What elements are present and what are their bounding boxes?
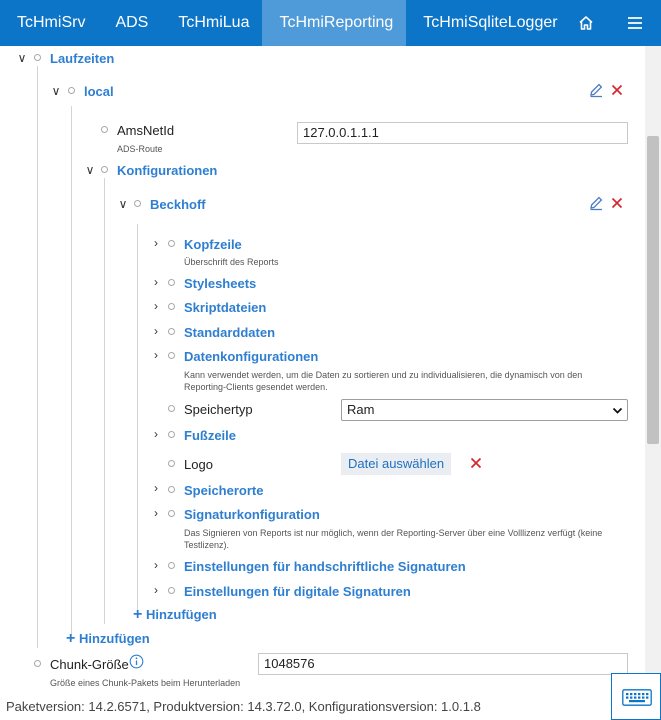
tree-node-dot xyxy=(68,87,75,94)
chevron-right-icon[interactable]: › xyxy=(150,584,162,596)
tree-node-laufzeiten[interactable]: Laufzeiten xyxy=(50,51,114,66)
choose-file-button[interactable]: Datei auswählen xyxy=(341,453,452,475)
tree-node-dot xyxy=(168,279,175,286)
tab-tchmisqlitelogger[interactable]: TcHmiSqliteLogger xyxy=(406,0,570,46)
chevron-right-icon[interactable]: › xyxy=(150,349,162,361)
configuration-tree: ∨ Laufzeiten ∨ local AmsNetId ADS-Route … xyxy=(0,46,645,692)
chevron-right-icon[interactable]: › xyxy=(150,559,162,571)
tree-node-dot xyxy=(168,486,175,493)
menu-button[interactable] xyxy=(617,0,653,46)
signaturkonfiguration-description: Das Signieren von Reports ist nur möglic… xyxy=(184,528,603,550)
tree-node-dot xyxy=(168,303,175,310)
close-icon[interactable] xyxy=(609,82,625,98)
plus-icon: + xyxy=(66,630,76,647)
kopfzeile-description: Überschrift des Reports xyxy=(184,257,279,267)
chevron-right-icon[interactable]: › xyxy=(150,507,162,519)
speichertyp-select[interactable]: Ram xyxy=(341,399,628,421)
chevron-down-icon[interactable]: ∨ xyxy=(50,85,62,97)
tree-node-dot xyxy=(168,240,175,247)
add-runtime-button[interactable]: + Hinzufügen xyxy=(66,630,150,648)
hamburger-menu-icon xyxy=(628,17,642,29)
tree-node-datenkonfigurationen[interactable]: Datenkonfigurationen xyxy=(184,349,318,364)
footer: Paketversion: 14.2.6571, Produktversion:… xyxy=(0,692,661,720)
home-icon xyxy=(579,16,593,30)
tree-node-dot xyxy=(101,126,108,133)
chevron-right-icon[interactable]: › xyxy=(150,276,162,288)
pencil-icon[interactable] xyxy=(588,82,604,98)
tab-tchmisrv[interactable]: TcHmiSrv xyxy=(0,0,98,46)
tree-node-speicherorte[interactable]: Speicherorte xyxy=(184,483,263,498)
tree-node-dot xyxy=(168,405,175,412)
amsnetid-input[interactable]: 127.0.0.1.1.1 xyxy=(297,122,628,144)
tree-node-signaturkonfiguration[interactable]: Signaturkonfiguration xyxy=(184,507,320,522)
keyboard-button[interactable] xyxy=(611,673,661,720)
chevron-down-icon[interactable]: ∨ xyxy=(84,164,96,176)
amsnetid-description: ADS-Route xyxy=(117,144,163,154)
chunk-size-label: Chunk-Größe xyxy=(50,657,129,672)
chevron-down-icon[interactable]: ∨ xyxy=(117,198,129,210)
tree-node-dot xyxy=(168,562,175,569)
home-button[interactable] xyxy=(568,0,604,46)
tree-node-dot xyxy=(168,510,175,517)
logo-label: Logo xyxy=(184,457,213,472)
speichertyp-label: Speichertyp xyxy=(184,402,253,417)
tab-tchmireporting[interactable]: TcHmiReporting xyxy=(262,0,407,46)
plus-icon: + xyxy=(133,606,143,623)
chunk-size-description: Größe eines Chunk-Pakets beim Herunterla… xyxy=(50,678,241,688)
tree-node-digitale-signaturen[interactable]: Einstellungen für digitale Signaturen xyxy=(184,584,411,599)
tree-node-dot xyxy=(168,460,175,467)
tree-node-local[interactable]: local xyxy=(84,84,114,99)
amsnetid-label: AmsNetId xyxy=(117,123,175,138)
tree-node-konfigurationen[interactable]: Konfigurationen xyxy=(117,163,217,178)
tab-ads[interactable]: ADS xyxy=(98,0,161,46)
chevron-right-icon[interactable]: › xyxy=(150,300,162,312)
close-icon[interactable] xyxy=(609,195,625,211)
chevron-right-icon[interactable]: › xyxy=(150,482,162,494)
top-navigation-bar: TcHmiSrv ADS TcHmiLua TcHmiReporting TcH… xyxy=(0,0,661,46)
tree-node-dot xyxy=(168,352,175,359)
add-configuration-button[interactable]: + Hinzufügen xyxy=(133,606,217,624)
tree-node-dot xyxy=(134,200,141,207)
tree-node-dot xyxy=(168,328,175,335)
chunk-size-input[interactable]: 1048576 xyxy=(258,653,628,675)
vertical-scrollbar-thumb[interactable] xyxy=(647,136,659,444)
chevron-right-icon[interactable]: › xyxy=(150,325,162,337)
tree-node-dot xyxy=(168,431,175,438)
tab-tchmilua[interactable]: TcHmiLua xyxy=(161,0,262,46)
tree-node-dot xyxy=(168,587,175,594)
close-icon[interactable] xyxy=(468,455,484,471)
tree-node-skriptdateien[interactable]: Skriptdateien xyxy=(184,300,266,315)
info-icon[interactable] xyxy=(129,654,144,669)
keyboard-icon xyxy=(622,689,652,706)
tree-node-fusszeile[interactable]: Fußzeile xyxy=(184,428,236,443)
chevron-right-icon[interactable]: › xyxy=(150,237,162,249)
pencil-icon[interactable] xyxy=(588,195,604,211)
tree-guide-line xyxy=(137,224,138,610)
version-info: Paketversion: 14.2.6571, Produktversion:… xyxy=(6,699,481,714)
tree-guide-line xyxy=(71,106,72,640)
tree-node-kopfzeile[interactable]: Kopfzeile xyxy=(184,237,242,252)
tree-node-dot xyxy=(101,166,108,173)
tree-guide-line xyxy=(104,178,105,624)
chevron-right-icon[interactable]: › xyxy=(150,428,162,440)
add-runtime-label: Hinzufügen xyxy=(78,631,150,646)
tree-node-dot xyxy=(34,660,41,667)
chevron-down-icon xyxy=(612,407,623,414)
tree-node-dot xyxy=(34,54,41,61)
chevron-down-icon[interactable]: ∨ xyxy=(16,52,28,64)
tree-node-handschriftliche-signaturen[interactable]: Einstellungen für handschriftliche Signa… xyxy=(184,559,466,574)
speichertyp-selected-value: Ram xyxy=(347,402,375,417)
tree-node-stylesheets[interactable]: Stylesheets xyxy=(184,276,256,291)
datenkonfigurationen-description: Kann verwendet werden, um die Daten zu s… xyxy=(184,370,583,392)
tree-guide-line xyxy=(37,66,38,648)
add-configuration-label: Hinzufügen xyxy=(145,607,217,622)
tree-node-standarddaten[interactable]: Standarddaten xyxy=(184,325,275,340)
tree-node-beckhoff[interactable]: Beckhoff xyxy=(150,197,206,212)
